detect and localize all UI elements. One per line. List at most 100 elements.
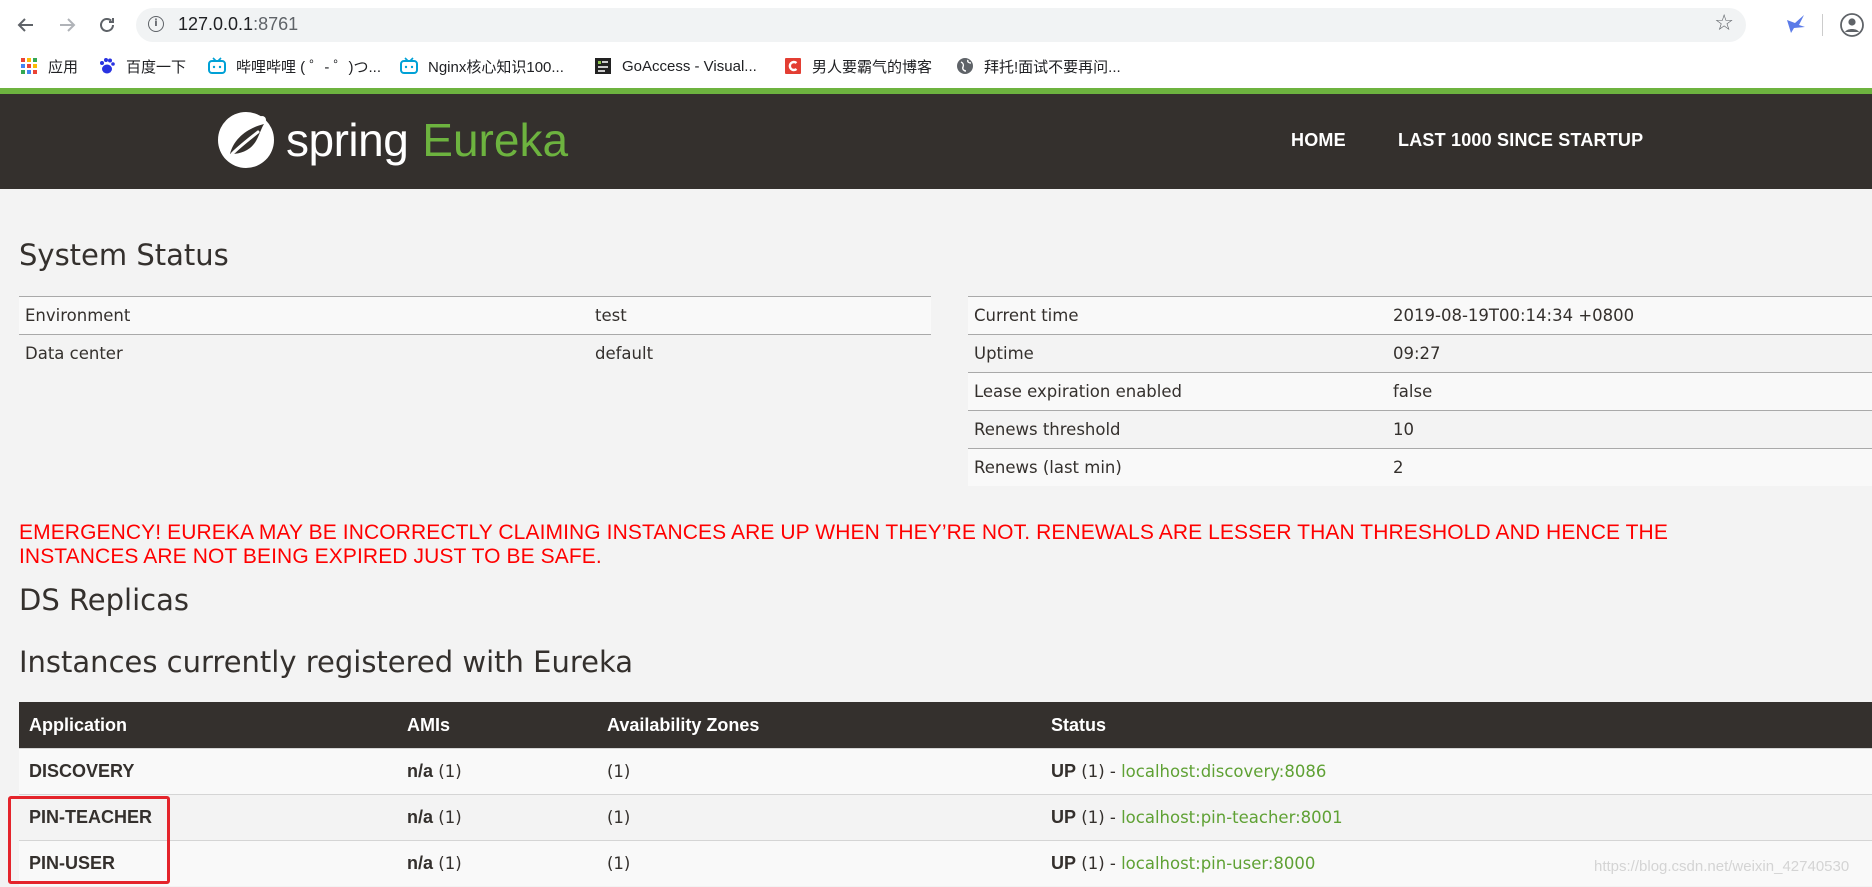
status-cell: UP (1) - localhost:pin-teacher:8001 bbox=[1041, 794, 1872, 841]
browser-toolbar: i 127.0.0.1:8761 ☆ bbox=[0, 0, 1872, 50]
emergency-warning-line: INSTANCES ARE NOT BEING EXPIRED JUST TO … bbox=[19, 545, 602, 568]
application-name: PIN-TEACHER bbox=[19, 794, 397, 841]
amis-cell: n/a (1) bbox=[397, 794, 597, 841]
emergency-warning-line: EMERGENCY! EUREKA MAY BE INCORRECTLY CLA… bbox=[19, 521, 1668, 544]
bookmark-label: GoAccess - Visual... bbox=[622, 57, 757, 75]
column-header-amis: AMIs bbox=[397, 702, 597, 749]
bookmark-interview[interactable]: 拜托!面试不要再问... bbox=[956, 54, 1121, 78]
column-header-status: Status bbox=[1041, 702, 1872, 749]
status-value: UP bbox=[1051, 761, 1077, 781]
reload-icon bbox=[100, 18, 114, 32]
environment-label: Environment bbox=[19, 296, 589, 335]
csdn-c-icon bbox=[785, 58, 801, 74]
table-row: Data center default bbox=[19, 334, 931, 372]
amis-value: n/a bbox=[407, 807, 434, 827]
renews-last-min-value: 2 bbox=[1387, 448, 1872, 486]
environment-value: test bbox=[589, 296, 931, 335]
bookmark-label: 拜托!面试不要再问... bbox=[984, 58, 1121, 76]
browser-chrome: i 127.0.0.1:8761 ☆ 应用 百度一下 哔哩哔哩 (゜- ゜)つ… bbox=[0, 0, 1872, 90]
amis-value: n/a bbox=[407, 761, 434, 781]
nav-last-1000-link[interactable]: LAST 1000 SINCE STARTUP bbox=[1398, 130, 1643, 151]
bookmark-label: 应用 bbox=[48, 58, 79, 76]
status-count: (1) - bbox=[1076, 762, 1122, 781]
site-info-icon[interactable]: i bbox=[148, 16, 164, 32]
emergency-warning: EMERGENCY! EUREKA MAY BE INCORRECTLY CLA… bbox=[19, 521, 1859, 569]
system-status-title: System Status bbox=[19, 238, 229, 272]
instance-link[interactable]: localhost:discovery:8086 bbox=[1121, 762, 1326, 781]
extension-bird-icon[interactable] bbox=[1784, 12, 1808, 36]
instance-link[interactable]: localhost:pin-user:8000 bbox=[1121, 854, 1315, 873]
amis-count: (1) bbox=[433, 762, 462, 781]
column-header-application: Application bbox=[19, 702, 397, 749]
table-row: Renews threshold 10 bbox=[968, 410, 1872, 449]
brand-spring-text: spring bbox=[286, 114, 409, 166]
bookmark-label: 百度一下 bbox=[126, 58, 187, 76]
zones-cell: (1) bbox=[597, 794, 1041, 841]
data-center-label: Data center bbox=[19, 334, 589, 372]
status-value: UP bbox=[1051, 853, 1077, 873]
ds-replicas-title: DS Replicas bbox=[19, 583, 189, 617]
zones-cell: (1) bbox=[597, 748, 1041, 795]
back-button[interactable] bbox=[12, 11, 40, 39]
lease-expiration-value: false bbox=[1387, 372, 1872, 411]
table-row: Environment test bbox=[19, 296, 931, 335]
status-count: (1) - bbox=[1076, 854, 1122, 873]
bookmark-baidu[interactable]: 百度一下 bbox=[98, 54, 186, 78]
amis-cell: n/a (1) bbox=[397, 840, 597, 886]
eureka-navbar: spring Eureka HOME LAST 1000 SINCE START… bbox=[0, 94, 1872, 189]
bilibili-tv-icon bbox=[400, 57, 418, 74]
bookmark-nginx[interactable]: Nginx核心知识100... bbox=[400, 54, 564, 78]
spring-eureka-logo[interactable]: spring Eureka bbox=[216, 108, 568, 172]
renews-threshold-label: Renews threshold bbox=[968, 410, 1387, 449]
url-text: 127.0.0.1:8761 bbox=[178, 14, 299, 34]
renews-last-min-label: Renews (last min) bbox=[968, 448, 1387, 486]
bookmark-csdn-blog[interactable]: 男人要霸气的博客 bbox=[784, 54, 932, 78]
table-row: Renews (last min) 2 bbox=[968, 448, 1872, 486]
table-row: Uptime 09:27 bbox=[968, 334, 1872, 373]
zones-cell: (1) bbox=[597, 840, 1041, 886]
address-bar[interactable]: i 127.0.0.1:8761 ☆ bbox=[136, 8, 1746, 42]
bookmark-apps[interactable]: 应用 bbox=[20, 54, 78, 78]
bookmark-goaccess[interactable]: GoAccess - Visual... bbox=[594, 54, 757, 78]
instances-title: Instances currently registered with Eure… bbox=[19, 645, 634, 679]
server-status-table: Current time 2019-08-19T00:14:34 +0800 U… bbox=[968, 296, 1872, 486]
uptime-value: 09:27 bbox=[1387, 334, 1872, 373]
current-time-value: 2019-08-19T00:14:34 +0800 bbox=[1387, 296, 1872, 335]
apps-grid-icon bbox=[21, 58, 37, 74]
spring-leaf-icon bbox=[218, 112, 274, 168]
brand-eureka-text: Eureka bbox=[422, 114, 569, 166]
column-header-zones: Availability Zones bbox=[597, 702, 1041, 749]
bookmarks-bar: 应用 百度一下 哔哩哔哩 ( ゜- ゜)つ... Nginx核心知识100...… bbox=[0, 50, 1872, 82]
current-time-label: Current time bbox=[968, 296, 1387, 335]
nav-home-link[interactable]: HOME bbox=[1291, 130, 1346, 151]
application-name: DISCOVERY bbox=[19, 748, 397, 795]
baidu-paw-icon bbox=[100, 58, 115, 74]
application-name: PIN-USER bbox=[19, 840, 397, 886]
bookmark-label: 哔哩哔哩 ( ゜- ゜)つ... bbox=[236, 58, 381, 76]
reload-button[interactable] bbox=[93, 11, 121, 39]
environment-table: Environment test Data center default bbox=[19, 296, 931, 372]
back-arrow-icon bbox=[17, 18, 33, 32]
bookmark-bilibili[interactable]: 哔哩哔哩 ( ゜- ゜)つ... bbox=[208, 54, 381, 78]
forward-button[interactable] bbox=[53, 11, 81, 39]
amis-value: n/a bbox=[407, 853, 434, 873]
forward-arrow-icon bbox=[60, 18, 76, 32]
status-cell: UP (1) - localhost:discovery:8086 bbox=[1041, 748, 1872, 795]
globe-icon bbox=[957, 58, 973, 74]
profile-avatar-icon[interactable] bbox=[1840, 13, 1864, 37]
amis-cell: n/a (1) bbox=[397, 748, 597, 795]
bookmark-star-icon[interactable]: ☆ bbox=[1714, 11, 1734, 36]
table-row: PIN-TEACHER n/a (1) (1) UP (1) - localho… bbox=[19, 794, 1872, 841]
table-row: Current time 2019-08-19T00:14:34 +0800 bbox=[968, 296, 1872, 335]
table-header-row: Application AMIs Availability Zones Stat… bbox=[19, 702, 1872, 749]
amis-count: (1) bbox=[433, 808, 462, 827]
watermark-text: https://blog.csdn.net/weixin_42740530 bbox=[1594, 858, 1850, 875]
table-row: DISCOVERY n/a (1) (1) UP (1) - localhost… bbox=[19, 748, 1872, 795]
lease-expiration-label: Lease expiration enabled bbox=[968, 372, 1387, 411]
bookmark-label: Nginx核心知识100... bbox=[428, 58, 564, 76]
status-value: UP bbox=[1051, 807, 1077, 827]
toolbar-divider bbox=[1822, 14, 1823, 36]
table-row: Lease expiration enabled false bbox=[968, 372, 1872, 411]
renews-threshold-value: 10 bbox=[1387, 410, 1872, 449]
instance-link[interactable]: localhost:pin-teacher:8001 bbox=[1121, 808, 1343, 827]
